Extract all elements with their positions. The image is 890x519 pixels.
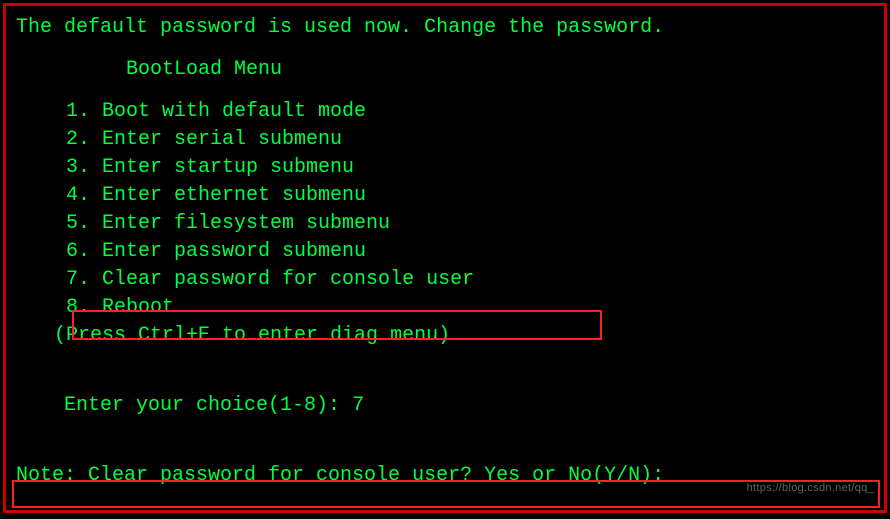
menu-title: BootLoad Menu [6, 56, 884, 84]
menu-item-7[interactable]: 7. Clear password for console user [6, 266, 884, 294]
terminal-window: The default password is used now. Change… [3, 3, 887, 513]
menu-item-8[interactable]: 8. Reboot [6, 294, 884, 322]
spacer [6, 84, 884, 98]
choice-prompt-line: Enter your choice(1-8): 7 [6, 364, 884, 448]
confirm-prompt[interactable]: Note: Clear password for console user? Y… [6, 462, 884, 490]
menu-item-5[interactable]: 5. Enter filesystem submenu [6, 210, 884, 238]
menu-item-6[interactable]: 6. Enter password submenu [6, 238, 884, 266]
menu-item-3[interactable]: 3. Enter startup submenu [6, 154, 884, 182]
warning-line: The default password is used now. Change… [6, 14, 884, 42]
spacer [6, 350, 884, 364]
menu-item-4[interactable]: 4. Enter ethernet submenu [6, 182, 884, 210]
menu-item-1[interactable]: 1. Boot with default mode [6, 98, 884, 126]
spacer [6, 42, 884, 56]
choice-input[interactable]: 7 [352, 394, 364, 417]
choice-prompt: Enter your choice(1-8): [64, 394, 352, 417]
diag-hint: (Press Ctrl+E to enter diag menu) [6, 322, 884, 350]
spacer [6, 448, 884, 462]
menu-item-2[interactable]: 2. Enter serial submenu [6, 126, 884, 154]
